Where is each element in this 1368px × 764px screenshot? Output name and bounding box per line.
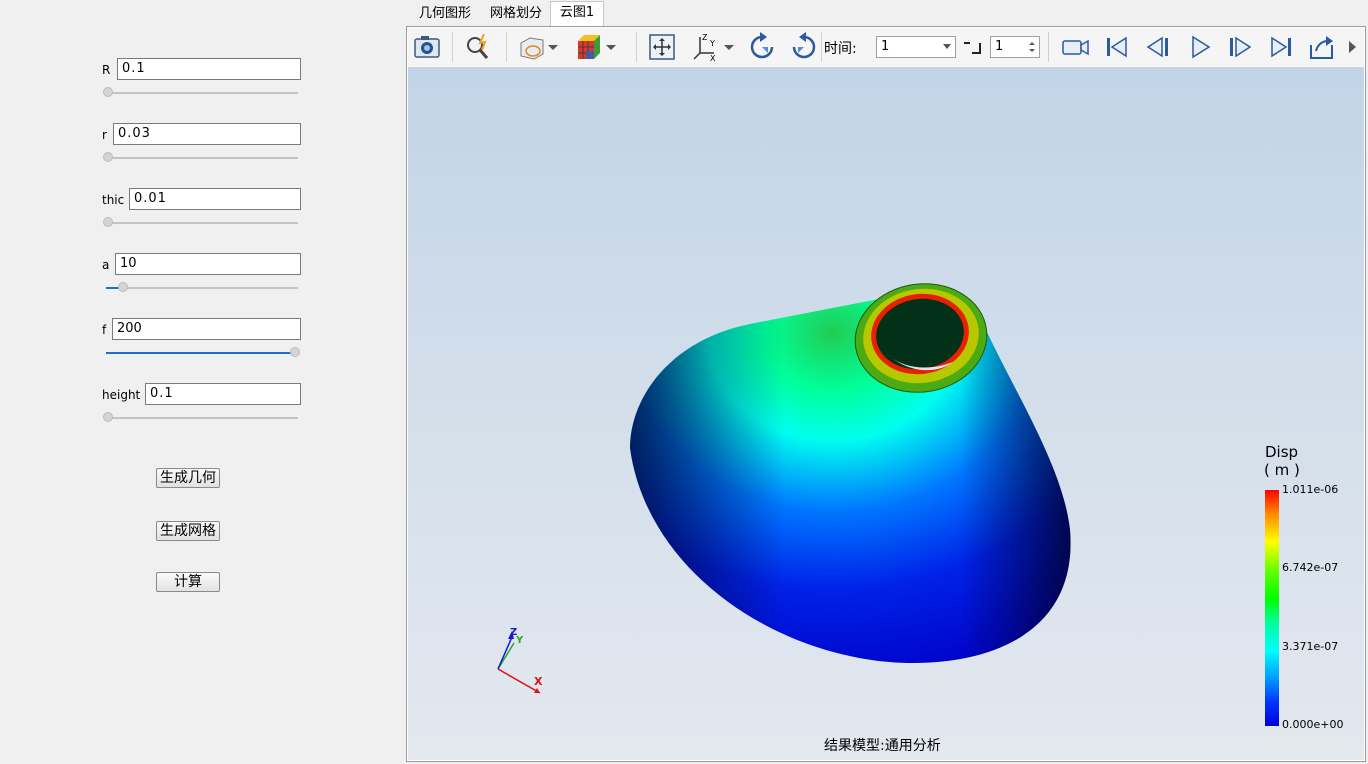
time-label: 时间: <box>824 41 857 57</box>
time-select-value: 1 <box>881 39 890 54</box>
svg-text:Y: Y <box>709 39 715 48</box>
time-select[interactable]: 1 <box>876 36 956 58</box>
color-legend-bar <box>1265 490 1279 726</box>
spin-arrows-icon[interactable] <box>1028 40 1036 54</box>
next-frame-icon[interactable] <box>1224 31 1256 63</box>
param-input-thic[interactable]: 0.01 <box>129 188 301 210</box>
legend-max-label: 1.011e-06 <box>1282 483 1339 496</box>
param-slider-r[interactable] <box>103 152 298 162</box>
tab-mesh[interactable]: 网格划分 <box>482 3 550 27</box>
slider-thumb[interactable] <box>103 152 113 162</box>
triad-x-label: X <box>534 675 543 688</box>
param-slider-height[interactable] <box>103 412 298 422</box>
parameter-panel: R 0.1 r 0.03 thic 0.01 a 10 f 200 height… <box>0 0 406 764</box>
param-slider-R[interactable] <box>103 87 298 97</box>
param-slider-f[interactable] <box>106 347 300 357</box>
tab-contour-1[interactable]: 云图1 <box>550 1 604 27</box>
toolbar-separator <box>636 32 637 62</box>
param-label-r: r <box>102 128 107 142</box>
record-icon[interactable] <box>1060 31 1092 63</box>
param-input-r[interactable]: 0.03 <box>113 123 301 145</box>
export-icon[interactable] <box>1306 31 1338 63</box>
color-cube-icon[interactable] <box>574 31 606 63</box>
param-input-a[interactable]: 10 <box>115 253 301 275</box>
slider-fill <box>106 352 298 354</box>
compute-button[interactable]: 计算 <box>156 572 220 592</box>
camera-icon[interactable] <box>411 31 443 63</box>
viewer-toolbar: Z Y X 时间: 1 1 <box>408 28 1364 68</box>
param-input-f[interactable]: 200 <box>112 318 301 340</box>
legend-min-label: 0.000e+00 <box>1282 718 1344 731</box>
chevron-down-icon[interactable] <box>722 31 736 63</box>
generate-mesh-button[interactable]: 生成网格 <box>156 521 220 541</box>
fit-view-icon[interactable] <box>646 31 678 63</box>
legend-mid-low-label: 3.371e-07 <box>1282 640 1339 653</box>
svg-text:X: X <box>710 54 716 63</box>
step-icon <box>964 42 981 54</box>
triad-y-label: Y <box>515 635 524 646</box>
slider-thumb[interactable] <box>103 87 113 97</box>
slider-thumb[interactable] <box>103 412 113 422</box>
prev-frame-icon[interactable] <box>1142 31 1174 63</box>
rotate-cw-icon[interactable] <box>746 31 778 63</box>
chevron-down-icon[interactable] <box>604 31 618 63</box>
param-input-height[interactable]: 0.1 <box>145 383 301 405</box>
slider-thumb[interactable] <box>118 282 128 292</box>
legend-title: Disp <box>1265 443 1299 461</box>
toolbar-separator <box>1048 32 1049 62</box>
svg-text:Z: Z <box>702 33 708 42</box>
tab-geometry[interactable]: 几何图形 <box>410 3 480 27</box>
param-label-a: a <box>102 258 110 272</box>
cone-shading <box>630 288 1071 663</box>
rotate-ccw-icon[interactable] <box>788 31 820 63</box>
first-frame-icon[interactable] <box>1100 31 1132 63</box>
slider-thumb[interactable] <box>290 347 300 357</box>
param-input-R[interactable]: 0.1 <box>117 58 301 80</box>
chevron-down-icon[interactable] <box>546 31 560 63</box>
param-slider-a[interactable] <box>106 282 298 292</box>
step-spinbox[interactable]: 1 <box>990 36 1040 58</box>
generate-geometry-button[interactable]: 生成几何 <box>156 468 220 488</box>
toolbar-separator <box>506 32 507 62</box>
last-frame-icon[interactable] <box>1266 31 1298 63</box>
display-mode-icon[interactable] <box>516 31 548 63</box>
zoom-icon[interactable] <box>462 31 494 63</box>
toolbar-separator <box>452 32 453 62</box>
param-label-f: f <box>102 323 107 337</box>
legend-mid-high-label: 6.742e-07 <box>1282 561 1339 574</box>
toolbar-separator <box>821 32 822 62</box>
param-label-R: R <box>102 63 111 77</box>
slider-thumb[interactable] <box>103 217 113 227</box>
chevron-down-icon <box>943 44 951 49</box>
param-label-height: height <box>102 388 141 402</box>
result-model-caption: 结果模型:通用分析 <box>824 738 941 754</box>
param-label-thic: thic <box>102 193 125 207</box>
play-icon[interactable] <box>1184 31 1216 63</box>
axes-icon[interactable]: Z Y X <box>690 31 722 63</box>
overflow-icon[interactable] <box>1346 31 1360 63</box>
step-spinbox-value: 1 <box>995 39 1004 54</box>
3d-viewport[interactable]: Z Y X <box>408 68 1364 760</box>
legend-unit: ( m ) <box>1264 461 1300 479</box>
orientation-triad: Z Y X <box>497 627 543 694</box>
param-slider-thic[interactable] <box>103 217 298 227</box>
